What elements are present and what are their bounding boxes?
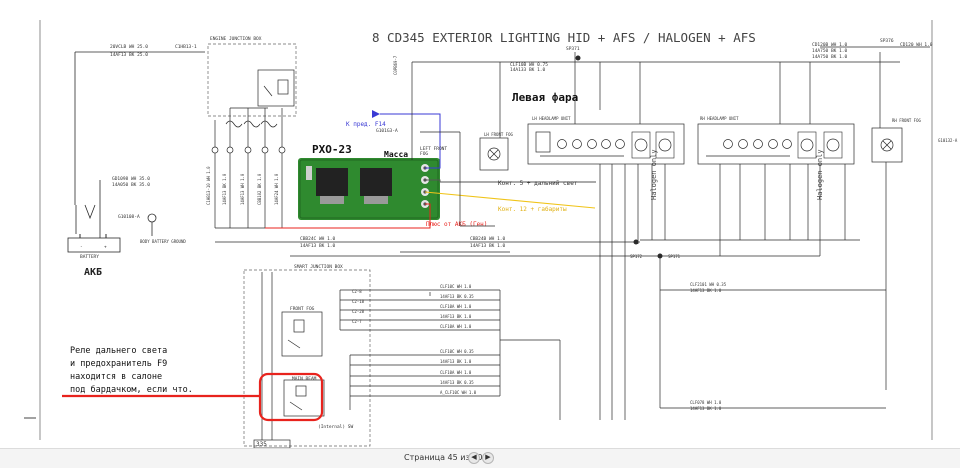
svg-text:A_CLF10C WH 1.0: A_CLF10C WH 1.0 [440,390,477,395]
main-beam-relay-label: MAIN BEAM [292,376,317,382]
svg-text:CLF10C WH 0.35: CLF10C WH 0.35 [440,349,474,354]
svg-text:Реле дальнего света: Реле дальнего света [70,346,167,356]
document-viewer: 8 CD345 EXTERIOR LIGHTING HID + AFS / HA… [0,0,960,468]
lh-fog-label: LH FRONT FOG [484,132,513,137]
svg-text:SP371: SP371 [566,46,580,52]
svg-text:14AF13 BK 0.35: 14AF13 BK 0.35 [440,294,474,299]
svg-text:14A050 BK 35.0: 14A050 BK 35.0 [112,182,150,188]
plus-akb-label: Плюс от АКБ (Ген) [426,221,487,228]
lh-headlamp-label: LH HEADLAMP UNIT [532,116,571,121]
svg-text:CLF10A WH 1.0: CLF10A WH 1.0 [440,304,472,309]
next-page-button[interactable]: ▶ [482,452,494,464]
svg-text:C2-8: C2-8 [352,289,362,294]
svg-text:14AF13 BK 1.0: 14AF13 BK 1.0 [222,173,227,205]
svg-text:C2-7: C2-7 [352,319,362,324]
svg-text:под бардачком, если что.: под бардачком, если что. [70,384,193,395]
svg-text:C0PB69-7: C0PB69-7 [393,55,398,75]
front-fog-relay-label: FRONT FOG [290,306,315,312]
body-ground-label: BODY BATTERY GROUND [140,239,186,244]
svg-text:C2-28: C2-28 [352,309,365,314]
schematic-page: 8 CD345 EXTERIOR LIGHTING HID + AFS / HA… [0,0,960,449]
fuse-wire-labels: C1HB13-10 WH 1.0 14AF13 BK 1.0 14AF13 WH… [206,166,279,205]
svg-text:14A750 BK 1.0: 14A750 BK 1.0 [812,48,848,54]
svg-text:14AF13 BK 1.0: 14AF13 BK 1.0 [690,288,722,293]
svg-text:CLF078 WH 1.0: CLF078 WH 1.0 [690,400,722,405]
svg-text:G10108-A: G10108-A [118,214,140,220]
svg-text:14AF13 BK 1.0: 14AF13 BK 1.0 [300,243,336,249]
svg-text:SP171: SP171 [668,254,681,259]
rh-feed [779,46,930,128]
note-text: Реле дальнего света и предохранитель F9 … [70,346,193,395]
svg-text:FOG: FOG [420,151,428,157]
engine-junction-box [207,43,297,117]
svg-text:CD120 WH 1.0: CD120 WH 1.0 [900,42,933,48]
page-status-bar: Страница 45 из 109 ◀ ▶ [0,448,960,468]
massa-label: Масса [384,150,408,159]
battery-feed [74,51,205,240]
svg-text:C1HB13-1: C1HB13-1 [175,44,197,50]
svg-text:CBB24B WH 1.0: CBB24B WH 1.0 [470,236,506,242]
svg-text:14AF13 BK 0.35: 14AF13 BK 0.35 [440,380,474,385]
pcb-module-rho23 [298,158,440,220]
svg-text:SP376: SP376 [880,38,894,44]
rho23-label: РХО-23 [312,143,352,156]
svg-text:CBB102 BK 1.0: CBB102 BK 1.0 [257,173,262,205]
svg-text:C2-18: C2-18 [352,299,365,304]
rh-fog-label: RH FRONT FOG [892,118,921,123]
fuse-row [214,107,290,229]
svg-text:CLF2101 WH 0.35: CLF2101 WH 0.35 [690,282,727,287]
svg-text:находится в салоне: находится в салоне [70,372,162,382]
left-headlamp-label: Левая фара [512,91,578,104]
kont5-label: Конт. 5 + дальний свет [498,180,578,187]
prev-page-button[interactable]: ◀ [468,452,480,464]
smart-box-wire-labels: C2-8 C2-18 C2-28 C2-7 CLF10C WH 1.0 14AF… [352,282,727,411]
svg-text:14A133 BK 1.0: 14A133 BK 1.0 [510,67,546,73]
svg-text:14AF13 BK 1.0: 14AF13 BK 1.0 [690,406,722,411]
fuse-symbols [211,120,286,154]
svg-text:SP172: SP172 [630,254,643,259]
smart-box-label: SMART JUNCTION BOX [294,264,343,270]
svg-text:G101G3-A: G101G3-A [376,128,398,134]
svg-text:-: - [80,245,83,250]
rh-headlamp-unit [697,123,855,165]
svg-text:14AF24 WH 1.0: 14AF24 WH 1.0 [274,173,279,205]
akb-label: АКБ [84,267,102,278]
lh-headlamp-unit [527,123,685,165]
svg-text:20VCLB WH 25.0: 20VCLB WH 25.0 [110,44,148,50]
svg-text:и предохранитель F9: и предохранитель F9 [70,359,167,369]
rh-headlamp-wires [640,164,860,256]
wiring-diagram: 8 CD345 EXTERIOR LIGHTING HID + AFS / HA… [24,20,958,449]
diagram-title: 8 CD345 EXTERIOR LIGHTING HID + AFS / HA… [372,30,756,45]
battery-label: BATTERY [80,254,99,260]
svg-text:14AF13 BK 1.0: 14AF13 BK 1.0 [440,314,472,319]
svg-text:GD1098 WH 35.0: GD1098 WH 35.0 [112,176,150,182]
smart-box-wires [261,256,886,440]
svg-text:CLF10A WH 1.0: CLF10A WH 1.0 [440,324,472,329]
svg-text:14AF13 BK 1.0: 14AF13 BK 1.0 [470,243,506,249]
svg-text:14A750 BK 1.0: 14A750 BK 1.0 [812,54,848,60]
svg-text:CBB24C WH 1.0: CBB24C WH 1.0 [300,236,336,242]
rh-headlamp-label: RH HEADLAMP UNIT [700,116,739,121]
svg-text:CLF10A WH 1.0: CLF10A WH 1.0 [440,370,472,375]
svg-text:CLF10C WH 1.0: CLF10C WH 1.0 [440,284,472,289]
svg-text:+: + [104,245,107,250]
svg-text:14AF13 WH 1.0: 14AF13 WH 1.0 [240,173,245,205]
svg-text:CD120B WH 1.0: CD120B WH 1.0 [812,42,848,48]
battery-symbol: - + [67,234,121,253]
smart-junction-box [243,269,371,449]
svg-text:14AF13 BK 1.0: 14AF13 BK 1.0 [440,359,472,364]
engine-box-label: ENGINE JUNCTION BOX [210,36,262,42]
svg-text:C1HB13-10 WH 1.0: C1HB13-10 WH 1.0 [206,166,211,205]
internal-sw-label: (Internal) SW [318,424,354,430]
svg-text:G10132-A: G10132-A [938,138,958,143]
k-pred-f14-label: К пред. F14 [346,121,386,128]
lh-front-fog-lamp [479,137,509,171]
rh-front-fog-lamp [871,127,903,390]
svg-text:14AF13 BK 25.0: 14AF13 BK 25.0 [110,52,148,58]
halogen-lh-label: Halogen only [650,149,658,200]
small-box-label: 335 [256,441,267,448]
kont12-label: Конт. 12 + габариты [498,206,567,213]
